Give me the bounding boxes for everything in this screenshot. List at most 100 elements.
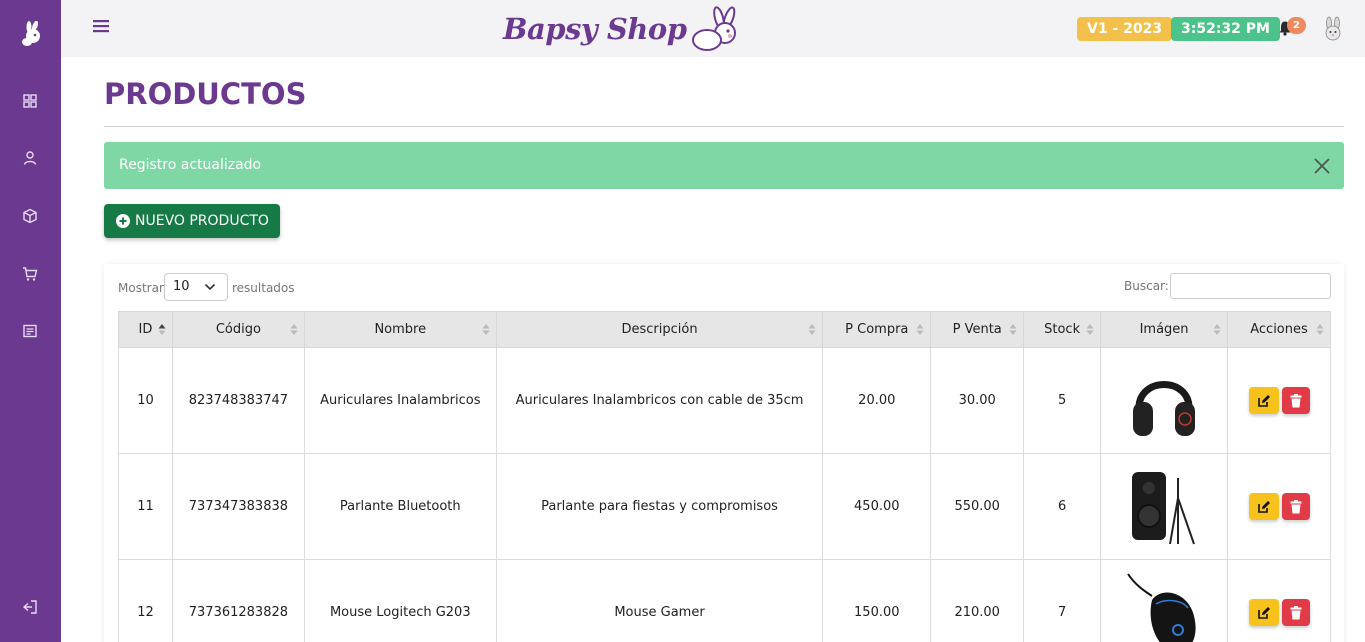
box-icon bbox=[23, 208, 37, 224]
edit-icon bbox=[1257, 606, 1270, 619]
cell-codigo: 737361283828 bbox=[171, 559, 305, 642]
products-table: ID Código Nombre Descripción P Compra P … bbox=[118, 311, 1331, 642]
user-avatar[interactable] bbox=[1320, 16, 1346, 42]
hamburger-menu-icon[interactable] bbox=[93, 19, 109, 33]
success-alert: Registro actualizado bbox=[104, 142, 1344, 189]
column-header-id[interactable]: ID bbox=[118, 311, 173, 348]
search-input[interactable] bbox=[1170, 273, 1331, 299]
sidebar-item-dashboard[interactable] bbox=[21, 92, 39, 110]
cell-acciones bbox=[1227, 559, 1331, 642]
cell-id: 12 bbox=[118, 559, 173, 642]
delete-button[interactable] bbox=[1281, 599, 1310, 626]
new-product-label: NUEVO PRODUCTO bbox=[135, 213, 269, 229]
results-label: resultados bbox=[232, 281, 295, 295]
logout-icon bbox=[22, 600, 37, 614]
cell-p-venta: 550.00 bbox=[930, 453, 1025, 560]
cell-stock: 7 bbox=[1023, 559, 1102, 642]
column-header-codigo[interactable]: Código bbox=[171, 311, 305, 348]
cell-acciones bbox=[1227, 347, 1331, 454]
plus-circle-icon bbox=[116, 214, 130, 228]
sidebar-item-sales[interactable] bbox=[21, 265, 39, 283]
column-header-imagen[interactable]: Imágen bbox=[1100, 311, 1229, 348]
new-product-button[interactable]: NUEVO PRODUCTO bbox=[104, 204, 280, 238]
search-label: Buscar: bbox=[1124, 279, 1169, 293]
show-label: Mostrar bbox=[118, 281, 164, 295]
edit-button[interactable] bbox=[1248, 493, 1279, 520]
cell-imagen bbox=[1100, 559, 1229, 642]
column-header-acciones[interactable]: Acciones bbox=[1227, 311, 1331, 348]
sort-icon bbox=[290, 324, 298, 335]
cell-id: 11 bbox=[118, 453, 173, 560]
sort-icon bbox=[916, 324, 924, 335]
cart-icon bbox=[23, 267, 38, 281]
delete-button[interactable] bbox=[1281, 493, 1310, 520]
headphones-product-image bbox=[1133, 380, 1196, 436]
cell-codigo: 823748383747 bbox=[171, 347, 305, 454]
cell-descripcion: Parlante para fiestas y compromisos bbox=[495, 453, 824, 560]
edit-button[interactable] bbox=[1248, 599, 1279, 626]
dashboard-icon bbox=[23, 94, 37, 108]
cell-p-compra: 450.00 bbox=[822, 453, 932, 560]
notification-count-badge: 2 bbox=[1287, 17, 1306, 34]
column-header-p-compra[interactable]: P Compra bbox=[822, 311, 932, 348]
edit-icon bbox=[1257, 500, 1270, 513]
cell-acciones bbox=[1227, 453, 1331, 560]
cell-descripcion: Mouse Gamer bbox=[495, 559, 824, 642]
brand-name: Bapsy Shop bbox=[503, 12, 687, 46]
rabbit-mascot-icon bbox=[691, 6, 736, 51]
sort-asc-icon bbox=[158, 324, 166, 335]
column-header-descripcion[interactable]: Descripción bbox=[495, 311, 824, 348]
speaker-product-image bbox=[1132, 471, 1195, 544]
cell-p-compra: 20.00 bbox=[822, 347, 932, 454]
cell-p-compra: 150.00 bbox=[822, 559, 932, 642]
table-header-row: ID Código Nombre Descripción P Compra P … bbox=[118, 311, 1331, 348]
cell-nombre: Parlante Bluetooth bbox=[303, 453, 497, 560]
chevron-down-icon bbox=[204, 283, 216, 291]
sort-icon bbox=[1009, 324, 1017, 335]
delete-button[interactable] bbox=[1281, 387, 1310, 414]
brand-logo[interactable]: Bapsy Shop bbox=[503, 6, 741, 52]
cell-descripcion: Auriculares Inalambricos con cable de 35… bbox=[495, 347, 824, 454]
sort-icon bbox=[1213, 324, 1221, 335]
trash-icon bbox=[1290, 605, 1301, 619]
cell-p-venta: 30.00 bbox=[930, 347, 1025, 454]
column-header-nombre[interactable]: Nombre bbox=[303, 311, 497, 348]
page-size-value: 10 bbox=[173, 279, 190, 294]
cell-imagen bbox=[1100, 347, 1229, 454]
trash-icon bbox=[1290, 393, 1301, 407]
sidebar-item-products[interactable] bbox=[21, 207, 39, 225]
rabbit-logo-icon[interactable] bbox=[20, 21, 46, 47]
sidebar-item-users[interactable] bbox=[21, 149, 39, 167]
table-row: 10 823748383747 Auriculares Inalambricos… bbox=[118, 347, 1331, 454]
close-icon[interactable] bbox=[1312, 156, 1332, 176]
column-header-p-venta[interactable]: P Venta bbox=[930, 311, 1025, 348]
column-header-stock[interactable]: Stock bbox=[1023, 311, 1102, 348]
cell-nombre: Auriculares Inalambricos bbox=[303, 347, 497, 454]
sidebar-item-logout[interactable] bbox=[21, 598, 39, 616]
edit-icon bbox=[1257, 394, 1270, 407]
title-divider bbox=[104, 126, 1344, 127]
mouse-product-image bbox=[1127, 572, 1196, 642]
sort-icon bbox=[808, 324, 816, 335]
table-row: 12 737361283828 Mouse Logitech G203 Mous… bbox=[118, 559, 1331, 642]
sidebar-item-reports[interactable] bbox=[21, 322, 39, 340]
cell-id: 10 bbox=[118, 347, 173, 454]
sort-icon bbox=[1316, 324, 1324, 335]
page-title: PRODUCTOS bbox=[104, 77, 307, 111]
cell-imagen bbox=[1100, 453, 1229, 560]
page-size-select[interactable]: 10 bbox=[164, 273, 228, 301]
report-icon bbox=[23, 324, 37, 338]
cell-p-venta: 210.00 bbox=[930, 559, 1025, 642]
sort-icon bbox=[482, 324, 490, 335]
cell-stock: 5 bbox=[1023, 347, 1102, 454]
edit-button[interactable] bbox=[1248, 387, 1279, 414]
table-row: 11 737347383838 Parlante Bluetooth Parla… bbox=[118, 453, 1331, 560]
sort-icon bbox=[1086, 324, 1094, 335]
clock-badge: 3:52:32 PM bbox=[1171, 17, 1280, 41]
cell-stock: 6 bbox=[1023, 453, 1102, 560]
user-icon bbox=[23, 151, 37, 165]
version-badge: V1 - 2023 bbox=[1077, 17, 1173, 41]
trash-icon bbox=[1290, 499, 1301, 513]
cell-codigo: 737347383838 bbox=[171, 453, 305, 560]
cell-nombre: Mouse Logitech G203 bbox=[303, 559, 497, 642]
